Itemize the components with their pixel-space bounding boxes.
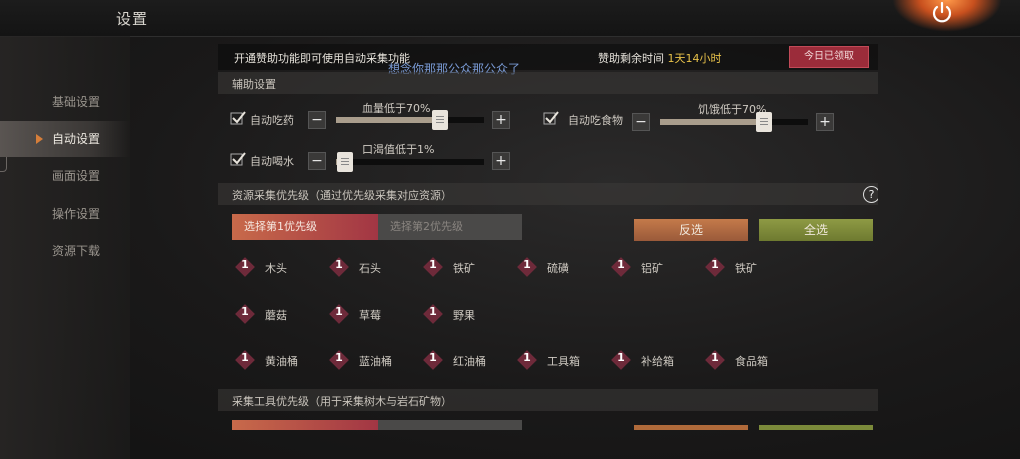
- priority-number: 1: [241, 351, 249, 364]
- increase-button[interactable]: +: [492, 111, 510, 129]
- slider-thumb[interactable]: [336, 152, 353, 172]
- resource-name: 红油桶: [453, 355, 486, 368]
- medicine-slider[interactable]: [336, 110, 484, 130]
- decrease-button[interactable]: −: [632, 113, 650, 131]
- priority-number: 1: [617, 258, 625, 271]
- priority-number: 1: [617, 351, 625, 364]
- resource-name: 铝矿: [641, 262, 663, 275]
- checkmark-icon[interactable]: [543, 110, 559, 126]
- tool-select-all-button[interactable]: [759, 425, 873, 430]
- priority-number: 1: [335, 258, 343, 271]
- tab-priority-1[interactable]: 选择第1优先级: [232, 214, 378, 240]
- remaining-time: 赞助剩余时间 1天14小时: [598, 52, 722, 65]
- tool-section-header: 采集工具优先级（用于采集树木与岩石矿物）: [218, 389, 878, 411]
- sidebar-item-auto[interactable]: 自动设置: [0, 121, 130, 157]
- sidebar-item-basic[interactable]: 基础设置: [0, 84, 130, 120]
- resource-name: 蘑菇: [265, 309, 287, 322]
- priority-number: 1: [429, 351, 437, 364]
- resource-name: 草莓: [359, 309, 381, 322]
- tool-tab-priority-2[interactable]: [378, 420, 522, 430]
- sidebar-item-display[interactable]: 画面设置: [0, 158, 130, 194]
- settings-panel: 开通赞助功能即可使用自动采集功能 想念你那那公众那公众了 赞助剩余时间 1天14…: [218, 40, 878, 430]
- resource-name: 硫磺: [547, 262, 569, 275]
- page-title: 设置: [116, 10, 149, 28]
- sidebar-item-controls[interactable]: 操作设置: [0, 196, 130, 232]
- resource-name: 野果: [453, 309, 475, 322]
- slider-caption: 血量低于70%: [362, 102, 431, 115]
- select-all-button[interactable]: 全选: [759, 219, 873, 241]
- slider-thumb[interactable]: [755, 112, 772, 132]
- top-bar: 设置: [0, 0, 1020, 37]
- priority-number: 1: [523, 351, 531, 364]
- checkmark-icon[interactable]: [230, 151, 246, 167]
- invert-select-button[interactable]: 反选: [634, 219, 748, 241]
- resource-name: 黄油桶: [265, 355, 298, 368]
- tool-invert-button[interactable]: [634, 425, 748, 430]
- water-slider[interactable]: [336, 152, 484, 172]
- sponsor-banner: 开通赞助功能即可使用自动采集功能 想念你那那公众那公众了 赞助剩余时间 1天14…: [218, 44, 878, 76]
- priority-number: 1: [711, 258, 719, 271]
- priority-number: 1: [335, 305, 343, 318]
- resource-name: 补给箱: [641, 355, 674, 368]
- increase-button[interactable]: +: [816, 113, 834, 131]
- decrease-button[interactable]: −: [308, 152, 326, 170]
- resource-section-header: 资源采集优先级（通过优先级采集对应资源）: [218, 183, 878, 205]
- active-arrow-icon: [36, 134, 43, 144]
- assist-section-header: 辅助设置: [218, 72, 878, 94]
- claim-button[interactable]: 今日已领取: [789, 46, 869, 68]
- priority-number: 1: [241, 258, 249, 271]
- tab-priority-2[interactable]: 选择第2优先级: [378, 214, 522, 240]
- resource-name: 木头: [265, 262, 287, 275]
- food-slider[interactable]: [660, 112, 808, 132]
- priority-number: 1: [523, 258, 531, 271]
- auto-food-label: 自动吃食物: [568, 114, 623, 127]
- auto-water-label: 自动喝水: [250, 155, 294, 168]
- decrease-button[interactable]: −: [308, 111, 326, 129]
- resource-name: 工具箱: [547, 355, 580, 368]
- sidebar: 基础设置 自动设置 画面设置 操作设置 资源下载: [0, 36, 130, 459]
- power-icon[interactable]: [930, 1, 954, 25]
- tool-tab-priority-1[interactable]: [232, 420, 378, 430]
- auto-medicine-label: 自动吃药: [250, 114, 294, 127]
- resource-name: 食品箱: [735, 355, 768, 368]
- slider-thumb[interactable]: [431, 110, 448, 130]
- sidebar-item-download[interactable]: 资源下载: [0, 233, 130, 269]
- priority-number: 1: [335, 351, 343, 364]
- resource-name: 蓝油桶: [359, 355, 392, 368]
- slider-fill: [660, 119, 764, 125]
- resource-name: 铁矿: [453, 262, 475, 275]
- priority-number: 1: [429, 305, 437, 318]
- checkmark-icon[interactable]: [230, 110, 246, 126]
- priority-number: 1: [429, 258, 437, 271]
- priority-number: 1: [711, 351, 719, 364]
- increase-button[interactable]: +: [492, 152, 510, 170]
- resource-name: 铁矿: [735, 262, 757, 275]
- slider-caption: 口渴值低于1%: [362, 143, 435, 156]
- resource-name: 石头: [359, 262, 381, 275]
- sponsor-info: 开通赞助功能即可使用自动采集功能: [234, 52, 410, 65]
- help-icon[interactable]: ?: [863, 186, 878, 203]
- priority-number: 1: [241, 305, 249, 318]
- slider-fill: [336, 117, 440, 123]
